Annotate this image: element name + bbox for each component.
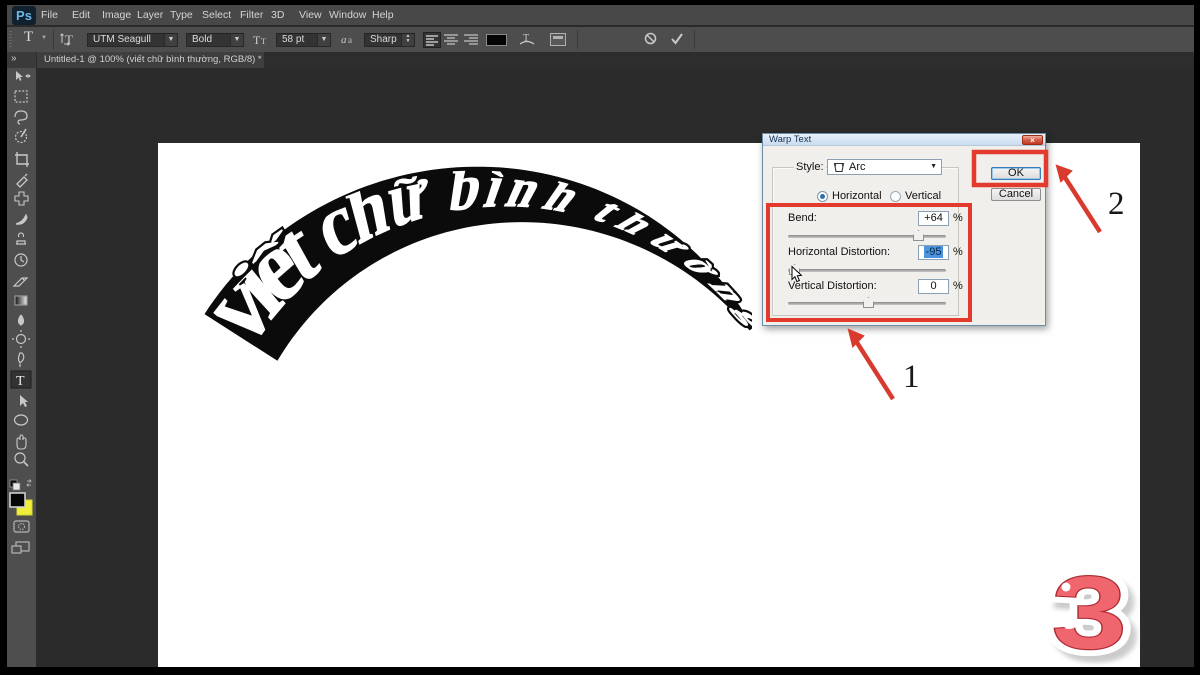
svg-text:T: T: [253, 33, 261, 47]
svg-text:T: T: [16, 374, 25, 389]
svg-text:a: a: [341, 34, 347, 46]
svg-text:T: T: [65, 32, 73, 47]
svg-text:a: a: [348, 35, 352, 45]
svg-text:T: T: [261, 37, 266, 46]
